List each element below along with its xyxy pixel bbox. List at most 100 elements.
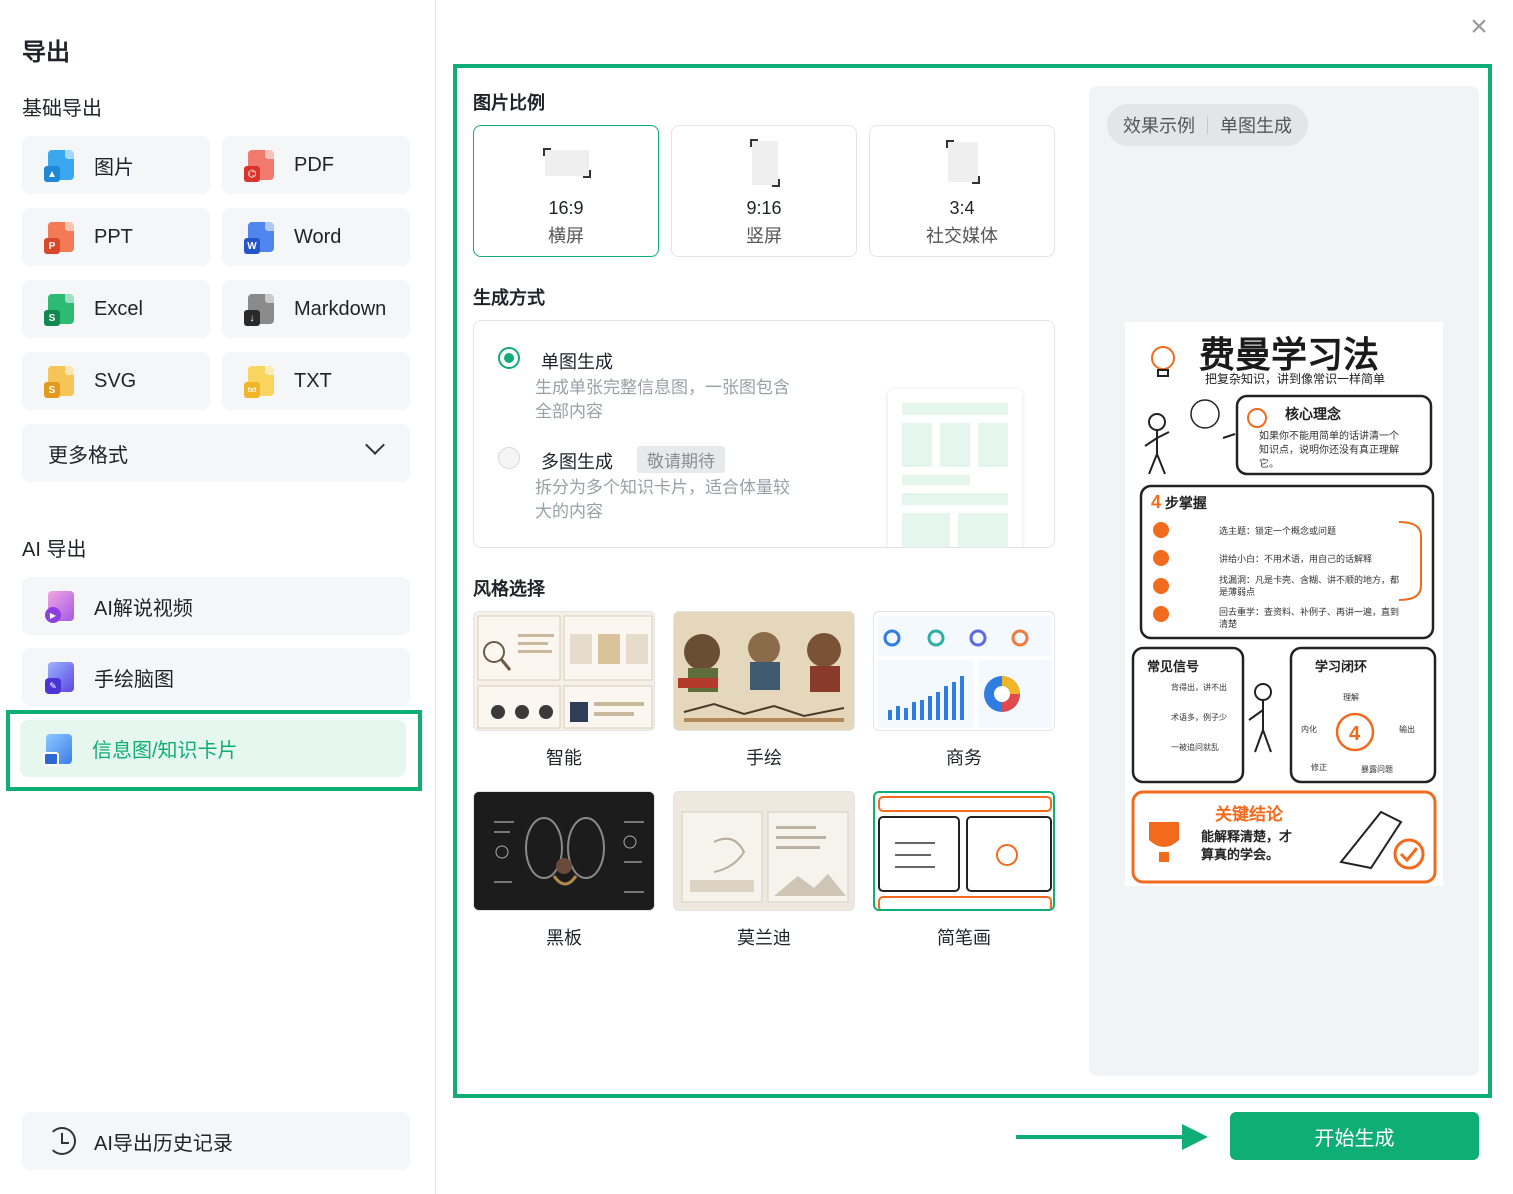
ai-item-label: 手绘脑图 bbox=[94, 668, 174, 691]
style-name: 简笔画 bbox=[937, 928, 991, 948]
ratio-9-16-option[interactable]: 9:16 竖屏 bbox=[671, 125, 857, 257]
history-clock-icon bbox=[48, 1127, 76, 1155]
format-label: Markdown bbox=[294, 297, 387, 320]
style-smart-thumb[interactable] bbox=[473, 611, 655, 731]
ratio-name: 横屏 bbox=[548, 226, 584, 246]
infographic-icon bbox=[43, 733, 72, 766]
style-name: 黑板 bbox=[546, 928, 582, 948]
start-generate-button[interactable]: 开始生成 bbox=[1230, 1112, 1479, 1160]
style-name: 手绘 bbox=[746, 748, 782, 768]
basic-export-label: 基础导出 bbox=[22, 98, 102, 120]
landscape-frame-icon bbox=[543, 148, 591, 178]
step-3: 找漏洞：凡是卡壳、含糊、讲不顺的地方，都是薄弱点 bbox=[1219, 575, 1400, 597]
step-2: 讲给小白：不用术语，用自己的话解释 bbox=[1219, 554, 1373, 564]
multi-mode-title[interactable]: 多图生成 bbox=[541, 448, 613, 474]
signal-2: 术语多，例子少 bbox=[1171, 713, 1227, 722]
ratio-name: 竖屏 bbox=[746, 226, 782, 246]
single-mode-radio[interactable] bbox=[498, 347, 520, 369]
close-icon[interactable]: × bbox=[1466, 12, 1492, 42]
arrow-pointer-icon bbox=[1182, 1124, 1208, 1150]
format-label: TXT bbox=[294, 369, 332, 392]
core-text: 如果你不能用简单的话讲清一个知识点，说明你还没有真正理解它。 bbox=[1259, 431, 1399, 470]
single-mode-title[interactable]: 单图生成 bbox=[541, 348, 613, 374]
ratio-3-4-option[interactable]: 3:4 社交媒体 bbox=[869, 125, 1055, 257]
ppt-file-icon: P bbox=[44, 222, 74, 254]
ratio-value: 9:16 bbox=[746, 198, 782, 218]
signal-3: 一被追问就乱 bbox=[1171, 743, 1219, 752]
loop-title: 学习闭环 bbox=[1315, 659, 1368, 674]
more-formats-label: 更多格式 bbox=[48, 444, 128, 467]
ai-video-icon: ▶ bbox=[45, 591, 74, 623]
loop-step-2: 内化 bbox=[1301, 725, 1317, 734]
step-1: 选主题：锁定一个概念或问题 bbox=[1219, 526, 1337, 536]
format-image-button[interactable]: ▲ 图片 bbox=[22, 136, 210, 194]
svg-text:4: 4 bbox=[1349, 723, 1361, 745]
image-file-icon: ▲ bbox=[44, 150, 74, 182]
single-layout-illustration bbox=[888, 389, 1022, 547]
mode-options-box: 单图生成 生成单张完整信息图，一张图包含全部内容 多图生成 敬请期待 拆分为多个… bbox=[473, 320, 1055, 548]
format-markdown-button[interactable]: ↓ Markdown bbox=[222, 280, 410, 338]
ratio-16-9-option[interactable]: 16:9 横屏 bbox=[473, 125, 659, 257]
style-morandi-thumb[interactable] bbox=[673, 791, 855, 911]
format-word-button[interactable]: W Word bbox=[222, 208, 410, 266]
format-label: 图片 bbox=[94, 156, 134, 179]
arrow-pointer-line bbox=[1016, 1135, 1188, 1139]
handdrawn-style-preview bbox=[674, 612, 854, 730]
txt-file-icon: txt bbox=[244, 366, 274, 398]
ai-item-label: AI解说视频 bbox=[94, 597, 193, 620]
portrait-frame-icon bbox=[750, 139, 780, 187]
format-pdf-button[interactable]: ⌬ PDF bbox=[222, 136, 410, 194]
format-excel-button[interactable]: S Excel bbox=[22, 280, 210, 338]
ai-item-label: 信息图/知识卡片 bbox=[92, 740, 238, 762]
pdf-file-icon: ⌬ bbox=[244, 150, 274, 182]
excel-file-icon: S bbox=[44, 294, 74, 326]
history-label: AI导出历史记录 bbox=[94, 1132, 233, 1155]
ai-history-button[interactable]: AI导出历史记录 bbox=[22, 1112, 410, 1170]
ai-export-label: AI 导出 bbox=[22, 539, 87, 561]
format-svg-button[interactable]: S SVG bbox=[22, 352, 210, 410]
loop-step-5: 暴露问题 bbox=[1361, 765, 1393, 774]
tab-single[interactable]: 单图生成 bbox=[1220, 112, 1292, 138]
morandi-style-preview bbox=[674, 792, 854, 910]
ai-video-button[interactable]: ▶ AI解说视频 bbox=[22, 577, 410, 635]
infographic-button[interactable]: 信息图/知识卡片 bbox=[20, 720, 406, 777]
business-style-preview bbox=[878, 616, 1052, 728]
single-mode-desc: 生成单张完整信息图，一张图包含全部内容 bbox=[535, 378, 790, 421]
chevron-down-icon bbox=[365, 435, 385, 455]
mode-label: 生成方式 bbox=[473, 288, 545, 308]
style-business-thumb[interactable] bbox=[873, 611, 1055, 731]
style-handdrawn-thumb[interactable] bbox=[673, 611, 855, 731]
ratio-label: 图片比例 bbox=[473, 93, 545, 113]
ratio-value: 3:4 bbox=[949, 198, 975, 218]
core-title: 核心理念 bbox=[1285, 406, 1341, 422]
steps-title-text: 步掌握 bbox=[1164, 495, 1207, 511]
ratio-name: 社交媒体 bbox=[926, 226, 998, 246]
export-sidebar: 导出 基础导出 ▲ 图片 ⌬ PDF P PPT W Word S Excel … bbox=[0, 0, 436, 1194]
tab-example[interactable]: 效果示例 bbox=[1123, 112, 1195, 138]
mindmap-icon: ✎ bbox=[45, 662, 74, 694]
sketch-style-preview bbox=[878, 796, 1052, 909]
style-sketch-thumb[interactable] bbox=[873, 791, 1055, 911]
loop-step-1: 理解 bbox=[1343, 693, 1359, 702]
format-ppt-button[interactable]: P PPT bbox=[22, 208, 210, 266]
style-name: 莫兰迪 bbox=[737, 928, 791, 948]
signals-title: 常见信号 bbox=[1147, 659, 1200, 674]
format-label: SVG bbox=[94, 369, 137, 392]
conclusion-title: 关键结论 bbox=[1215, 805, 1283, 824]
smart-style-preview bbox=[477, 615, 653, 729]
mindmap-button[interactable]: ✎ 手绘脑图 bbox=[22, 648, 410, 706]
format-label: PDF bbox=[294, 153, 334, 176]
markdown-file-icon: ↓ bbox=[244, 294, 274, 326]
format-label: Excel bbox=[94, 297, 143, 320]
format-label: Word bbox=[294, 225, 342, 248]
loop-step-4: 修正 bbox=[1311, 763, 1327, 772]
multi-mode-radio[interactable] bbox=[498, 447, 520, 469]
example-poster: 4 费曼学习法 把复杂知识，讲到像常识一样简单 核心理念 如果你不能用简单的话讲… bbox=[1125, 322, 1443, 886]
more-formats-dropdown[interactable]: 更多格式 bbox=[22, 424, 410, 482]
style-blackboard-thumb[interactable] bbox=[473, 791, 655, 911]
steps-title: 4 步掌握 bbox=[1151, 492, 1207, 512]
format-txt-button[interactable]: txt TXT bbox=[222, 352, 410, 410]
conclusion-text: 能解释清楚，才算真的学会。 bbox=[1201, 829, 1293, 862]
loop-step-3: 输出 bbox=[1399, 725, 1415, 734]
coming-soon-badge: 敬请期待 bbox=[637, 446, 725, 473]
